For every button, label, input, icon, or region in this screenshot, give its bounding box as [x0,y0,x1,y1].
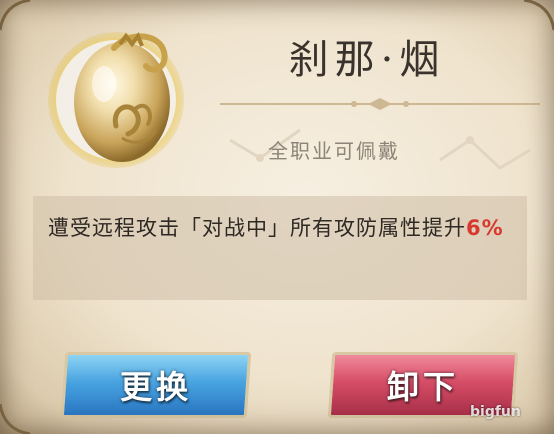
title-divider [220,98,540,110]
item-detail-panel: 刹那·烟 全职业可佩戴 遭受远程攻击「对战中」所有攻防属性提升6% 更换 卸下 … [0,0,554,434]
replace-button[interactable]: 更换 [60,352,252,418]
corner-ornament-bottom-left [0,403,31,434]
watermark: bigfun [470,404,521,420]
unequip-button-label: 卸下 [386,368,459,406]
description-value: 6% [466,216,504,240]
equip-restriction: 全职业可佩戴 [268,139,400,163]
golden-dragon-egg-icon [42,18,194,170]
description-main: 遭受远程攻击「对战中」所有攻防属性提升 [48,216,466,240]
replace-button-label: 更换 [119,368,192,406]
item-description: 遭受远程攻击「对战中」所有攻防属性提升6% [48,210,518,246]
corner-ornament-top-left [0,0,31,31]
item-name: 刹那·烟 [288,37,446,83]
corner-ornament-top-right [523,0,554,31]
